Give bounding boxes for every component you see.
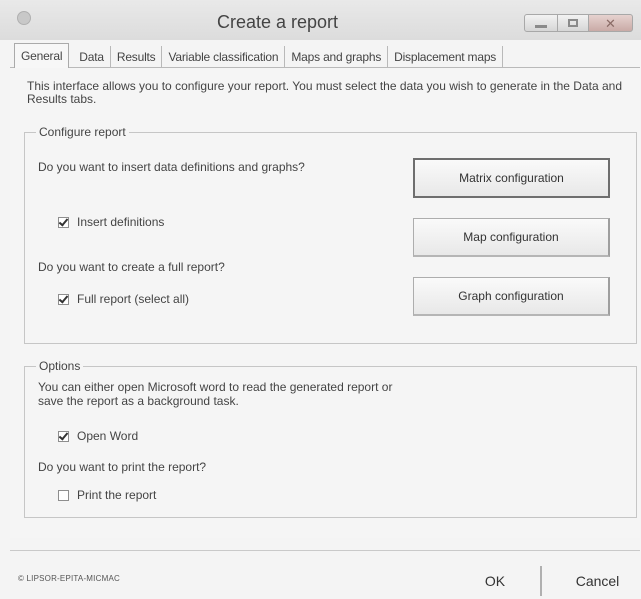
footer-separator (10, 550, 640, 551)
print-report-row[interactable]: Print the report (58, 488, 156, 502)
matrix-configuration-button[interactable]: Matrix configuration (413, 158, 610, 198)
maximize-button[interactable] (557, 14, 589, 32)
title-bar: Create a report ✕ (0, 0, 641, 40)
insert-definitions-row[interactable]: Insert definitions (58, 215, 164, 229)
print-report-label: Print the report (77, 488, 157, 502)
options-legend: Options (36, 359, 84, 373)
brand-label: © LIPSOR-EPITA-MICMAC (18, 574, 120, 583)
window-title: Create a report (216, 12, 339, 32)
minimize-button[interactable] (524, 14, 558, 32)
full-report-question: Do you want to create a full report? (38, 260, 225, 274)
cancel-button[interactable]: Cancel (556, 566, 639, 596)
tab-variable-classification[interactable]: Variable classification (162, 46, 286, 68)
full-report-checkbox[interactable] (58, 293, 69, 305)
open-word-row[interactable]: Open Word (58, 429, 138, 443)
tab-data[interactable]: Data (73, 46, 111, 68)
map-configuration-button[interactable]: Map configuration (413, 218, 610, 257)
close-button[interactable]: ✕ (588, 14, 633, 32)
full-report-row[interactable]: Full report (select all) (58, 292, 189, 306)
close-icon: ✕ (605, 15, 616, 31)
ok-button[interactable]: OK (450, 566, 542, 596)
minimize-icon (535, 24, 547, 28)
tab-general[interactable]: General (14, 43, 70, 68)
print-question: Do you want to print the report? (38, 460, 207, 474)
open-word-label: Open Word (77, 429, 139, 443)
print-report-checkbox[interactable] (58, 489, 69, 501)
options-description: You can either open Microsoft word to re… (38, 380, 393, 408)
tab-results[interactable]: Results (111, 46, 163, 68)
tab-displacement-maps[interactable]: Displacement maps (388, 46, 504, 68)
maximize-icon (568, 19, 578, 27)
create-report-dialog: Create a report ✕ General Data Results V… (0, 0, 641, 599)
full-report-label: Full report (select all) (77, 292, 190, 306)
definitions-question: Do you want to insert data definitions a… (38, 160, 305, 174)
tab-bar: General Data Results Variable classifica… (14, 43, 504, 68)
insert-definitions-checkbox[interactable] (58, 216, 69, 228)
insert-definitions-label: Insert definitions (77, 215, 165, 229)
configure-report-legend: Configure report (36, 125, 129, 139)
graph-configuration-button[interactable]: Graph configuration (413, 277, 610, 316)
intro-text: This interface allows you to configure y… (27, 79, 623, 106)
tab-maps-and-graphs[interactable]: Maps and graphs (285, 46, 389, 68)
open-word-checkbox[interactable] (58, 430, 69, 442)
